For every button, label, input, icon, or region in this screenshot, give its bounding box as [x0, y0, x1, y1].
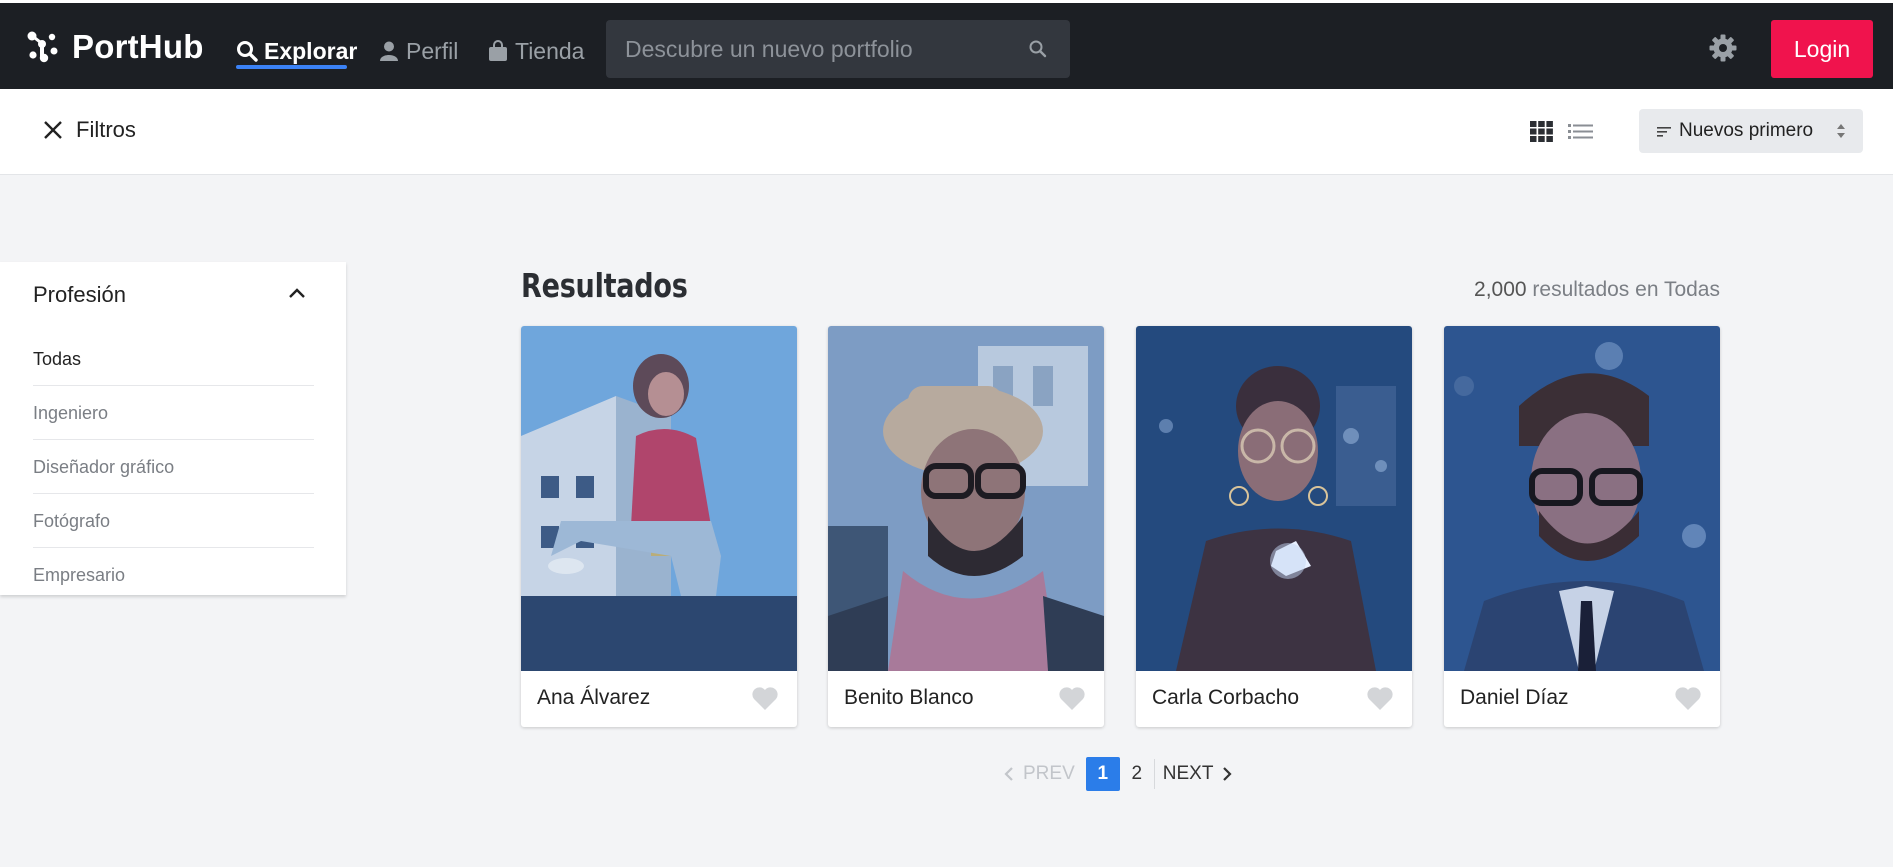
brand[interactable]: PortHub [26, 28, 204, 66]
heart-icon[interactable] [1366, 686, 1394, 711]
next-label: NEXT [1162, 763, 1214, 784]
results-title: Resultados [521, 266, 688, 305]
page-2-button[interactable]: 2 [1120, 757, 1154, 791]
nav-tienda[interactable]: Tienda [487, 35, 584, 67]
nav-explorar-label: Explorar [264, 37, 358, 64]
gear-icon[interactable] [1708, 33, 1738, 63]
results-count-suffix: resultados en Todas [1526, 278, 1720, 301]
nav-explorar[interactable]: Explorar [236, 35, 357, 67]
filters-label: Filtros [76, 117, 136, 142]
sort-select[interactable]: Nuevos primero [1639, 109, 1863, 153]
portfolio-card[interactable]: Carla Corbacho [1136, 326, 1412, 727]
results-count: 2,000 resultados en Todas [1467, 278, 1720, 302]
profession-list: Todas Ingeniero Diseñador gráfico Fotógr… [33, 332, 314, 602]
shopping-bag-icon [489, 40, 507, 61]
prev-label: PREV [1023, 763, 1075, 784]
search-icon [237, 41, 258, 62]
filters-toggle-button[interactable]: Filtros [42, 117, 136, 143]
next-page-button[interactable]: NEXT [1163, 763, 1234, 785]
portfolio-name[interactable]: Carla Corbacho [1152, 686, 1299, 710]
page-1-button[interactable]: 1 [1085, 757, 1120, 791]
top-navbar: PortHub Explorar Perfil Tienda Login [0, 0, 1893, 89]
filter-option-todas[interactable]: Todas [33, 332, 314, 386]
portfolio-card[interactable]: Benito Blanco [828, 326, 1104, 727]
portfolio-photo [1136, 326, 1412, 671]
nav-tienda-label: Tienda [515, 37, 585, 64]
nav-perfil[interactable]: Perfil [378, 35, 458, 67]
list-view-icon[interactable] [1568, 121, 1593, 142]
portfolio-card[interactable]: Daniel Díaz [1444, 326, 1720, 727]
search-input[interactable] [606, 20, 1006, 78]
search-icon[interactable] [1028, 39, 1048, 59]
heart-icon[interactable] [751, 686, 779, 711]
filter-option-ingeniero[interactable]: Ingeniero [33, 386, 314, 440]
chevron-right-icon [1223, 767, 1232, 781]
chevron-left-icon [1004, 767, 1013, 781]
filter-option-empresario[interactable]: Empresario [33, 548, 314, 602]
filter-option-disenador-grafico[interactable]: Diseñador gráfico [33, 440, 314, 494]
portfolio-name[interactable]: Ana Álvarez [537, 686, 650, 710]
sort-label: Nuevos primero [1679, 120, 1814, 141]
filter-bar: Filtros Nuevos primero [0, 89, 1893, 175]
heart-icon[interactable] [1058, 686, 1086, 711]
brand-name: PortHub [72, 28, 204, 65]
chevron-up-icon[interactable] [288, 286, 306, 300]
close-icon [44, 121, 62, 139]
porthub-logo-icon [27, 31, 58, 63]
results-count-number: 2,000 [1474, 278, 1527, 301]
active-tab-indicator [236, 65, 347, 69]
profession-filter-panel: Profesión Todas Ingeniero Diseñador gráf… [0, 262, 346, 595]
portfolio-photo [828, 326, 1104, 671]
pager-divider [1153, 759, 1155, 789]
portfolio-photo [1444, 326, 1720, 671]
nav-perfil-label: Perfil [406, 37, 459, 64]
portfolio-card[interactable]: Ana Álvarez [521, 326, 797, 727]
portfolio-name[interactable]: Daniel Díaz [1460, 686, 1569, 710]
pagination: PREV 1 2 NEXT [1003, 757, 1233, 791]
portfolio-photo [521, 326, 797, 671]
filter-option-fotografo[interactable]: Fotógrafo [33, 494, 314, 548]
portfolio-name[interactable]: Benito Blanco [844, 686, 974, 710]
login-button[interactable]: Login [1771, 20, 1873, 78]
user-icon [380, 41, 398, 61]
search-box [606, 20, 1070, 78]
sort-icon [1657, 127, 1671, 137]
select-arrows-icon [1837, 124, 1845, 138]
grid-view-icon[interactable] [1530, 121, 1553, 142]
heart-icon[interactable] [1674, 686, 1702, 711]
filter-heading[interactable]: Profesión [33, 282, 126, 308]
prev-page-button[interactable]: PREV [1003, 763, 1075, 785]
